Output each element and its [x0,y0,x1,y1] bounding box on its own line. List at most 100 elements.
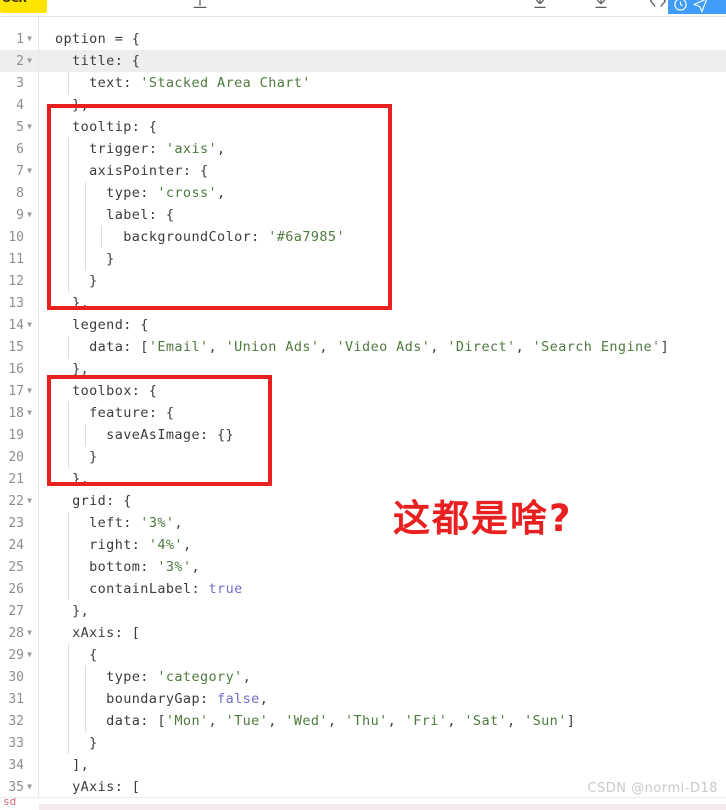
fold-arrow-icon[interactable]: ▼ [24,204,35,226]
ocr-badge[interactable]: OCR [0,0,47,13]
code-line[interactable]: containLabel: true [39,578,726,600]
fold-arrow-icon[interactable]: ▼ [24,600,35,622]
fold-arrow-icon[interactable]: ▼ [24,160,35,182]
code-line[interactable]: type: 'cross', [39,182,726,204]
fold-arrow-icon[interactable]: ▼ [24,688,35,710]
line-number[interactable]: 3▼ [0,72,38,94]
line-number[interactable]: 25▼ [0,556,38,578]
fold-arrow-icon[interactable]: ▼ [24,50,35,72]
line-number[interactable]: 23▼ [0,512,38,534]
fold-arrow-icon[interactable]: ▼ [24,534,35,556]
fold-arrow-icon[interactable]: ▼ [24,380,35,402]
line-number[interactable]: 27▼ [0,600,38,622]
line-number[interactable]: 30▼ [0,666,38,688]
code-line[interactable]: type: 'category', [39,666,726,688]
fold-arrow-icon[interactable]: ▼ [24,402,35,424]
fold-arrow-icon[interactable]: ▼ [24,622,35,644]
line-number[interactable]: 13▼ [0,292,38,314]
code-line[interactable]: saveAsImage: {} [39,424,726,446]
fold-arrow-icon[interactable]: ▼ [24,468,35,490]
fold-arrow-icon[interactable]: ▼ [24,644,35,666]
fold-arrow-icon[interactable]: ▼ [24,446,35,468]
fold-arrow-icon[interactable]: ▼ [24,556,35,578]
fold-arrow-icon[interactable]: ▼ [24,182,35,204]
code-line[interactable]: feature: { [39,402,726,424]
line-number[interactable]: 12▼ [0,270,38,292]
line-number[interactable]: 1 ▼ [0,28,38,50]
fold-arrow-icon[interactable]: ▼ [24,666,35,688]
fold-arrow-icon[interactable]: ▼ [24,490,35,512]
fold-arrow-icon[interactable]: ▼ [24,94,35,116]
line-number[interactable]: 4▼ [0,94,38,116]
code-editor[interactable]: 1▼2▼3▼4▼5▼6▼7▼8▼9▼10▼11▼12▼13▼14▼15▼16▼1… [0,16,726,798]
line-number[interactable]: 15▼ [0,336,38,358]
line-number[interactable]: 2 ▼ [0,50,38,72]
fold-arrow-icon[interactable]: ▼ [24,226,35,248]
download-icon-2[interactable] [590,0,612,12]
code-line[interactable]: left: '3%', [39,512,726,534]
line-number[interactable]: 33▼ [0,732,38,754]
line-number[interactable]: 8▼ [0,182,38,204]
fold-arrow-icon[interactable]: ▼ [24,512,35,534]
fold-arrow-icon[interactable]: ▼ [24,248,35,270]
code-line[interactable]: trigger: 'axis', [39,138,726,160]
line-number[interactable]: 31▼ [0,688,38,710]
fold-arrow-icon[interactable]: ▼ [24,578,35,600]
line-number[interactable]: 35 ▼ [0,776,38,798]
line-number[interactable]: 10▼ [0,226,38,248]
fold-arrow-icon[interactable]: ▼ [24,116,35,138]
line-number[interactable]: 18 ▼ [0,402,38,424]
share-button[interactable] [668,0,726,14]
line-number[interactable]: 24▼ [0,534,38,556]
code-line[interactable]: bottom: '3%', [39,556,726,578]
fold-arrow-icon[interactable]: ▼ [24,270,35,292]
code-line[interactable]: }, [39,358,726,380]
code-line[interactable]: { [39,644,726,666]
fold-arrow-icon[interactable]: ▼ [24,732,35,754]
code-line[interactable]: backgroundColor: '#6a7985' [39,226,726,248]
fold-arrow-icon[interactable]: ▼ [24,336,35,358]
code-line[interactable]: } [39,248,726,270]
line-number[interactable]: 22 ▼ [0,490,38,512]
code-line[interactable]: option = { [39,28,726,50]
code-line[interactable]: } [39,732,726,754]
code-line[interactable]: ], [39,754,726,776]
line-number[interactable]: 19▼ [0,424,38,446]
code-content[interactable]: option = { title: { text: 'Stacked Area … [39,16,726,798]
code-icon[interactable] [647,0,669,12]
fold-arrow-icon[interactable]: ▼ [24,138,35,160]
fold-arrow-icon[interactable]: ▼ [24,710,35,732]
code-line[interactable]: toolbox: { [39,380,726,402]
line-number[interactable]: 11▼ [0,248,38,270]
line-number[interactable]: 34▼ [0,754,38,776]
code-line[interactable]: label: { [39,204,726,226]
code-line[interactable]: } [39,446,726,468]
fold-arrow-icon[interactable]: ▼ [24,72,35,94]
line-number[interactable]: 28 ▼ [0,622,38,644]
fold-arrow-icon[interactable]: ▼ [24,292,35,314]
code-line[interactable]: title: { [39,50,726,72]
fold-arrow-icon[interactable]: ▼ [24,358,35,380]
fold-arrow-icon[interactable]: ▼ [24,754,35,776]
code-line[interactable]: text: 'Stacked Area Chart' [39,72,726,94]
upload-icon[interactable] [189,0,211,12]
code-line[interactable]: axisPointer: { [39,160,726,182]
line-number[interactable]: 20▼ [0,446,38,468]
line-number[interactable]: 21▼ [0,468,38,490]
code-line[interactable]: }, [39,292,726,314]
code-line[interactable]: tooltip: { [39,116,726,138]
code-line[interactable]: }, [39,600,726,622]
line-number[interactable]: 32▼ [0,710,38,732]
code-line[interactable]: legend: { [39,314,726,336]
code-line[interactable]: } [39,270,726,292]
code-line[interactable]: data: ['Mon', 'Tue', 'Wed', 'Thu', 'Fri'… [39,710,726,732]
download-icon-1[interactable] [529,0,551,12]
line-number[interactable]: 9 ▼ [0,204,38,226]
code-line[interactable]: data: ['Email', 'Union Ads', 'Video Ads'… [39,336,726,358]
fold-arrow-icon[interactable]: ▼ [24,424,35,446]
line-number[interactable]: 16▼ [0,358,38,380]
code-line[interactable]: boundaryGap: false, [39,688,726,710]
horizontal-scrollbar[interactable] [39,804,726,810]
line-number[interactable]: 17 ▼ [0,380,38,402]
line-number[interactable]: 29 ▼ [0,644,38,666]
